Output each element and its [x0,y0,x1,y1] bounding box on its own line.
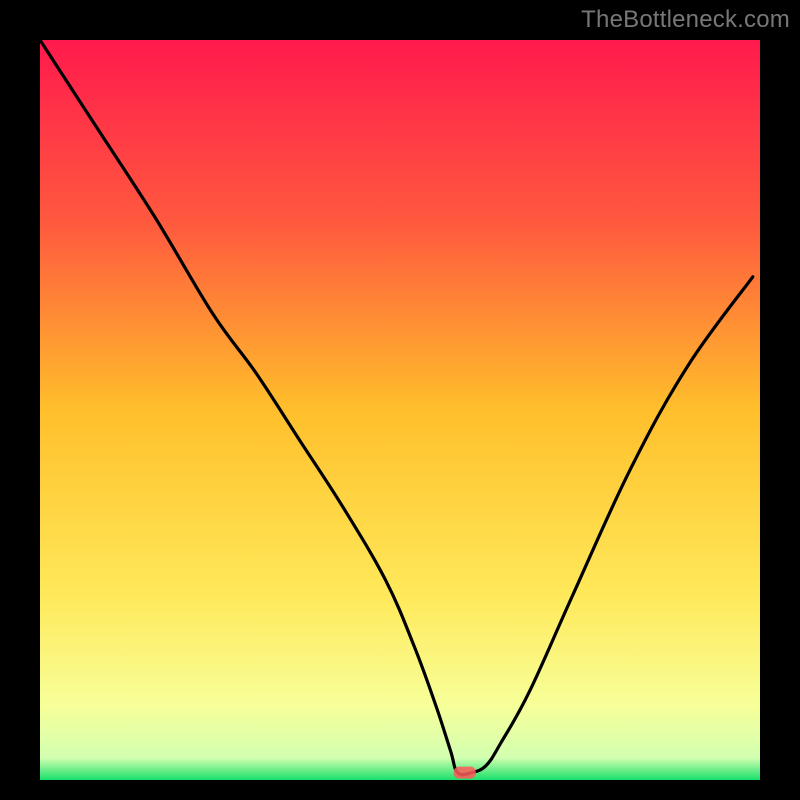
chart-background [40,40,760,780]
watermark-text: TheBottleneck.com [581,6,790,34]
bottleneck-chart [40,40,760,780]
chart-frame: TheBottleneck.com [0,0,800,800]
optimal-point-marker [454,767,476,779]
